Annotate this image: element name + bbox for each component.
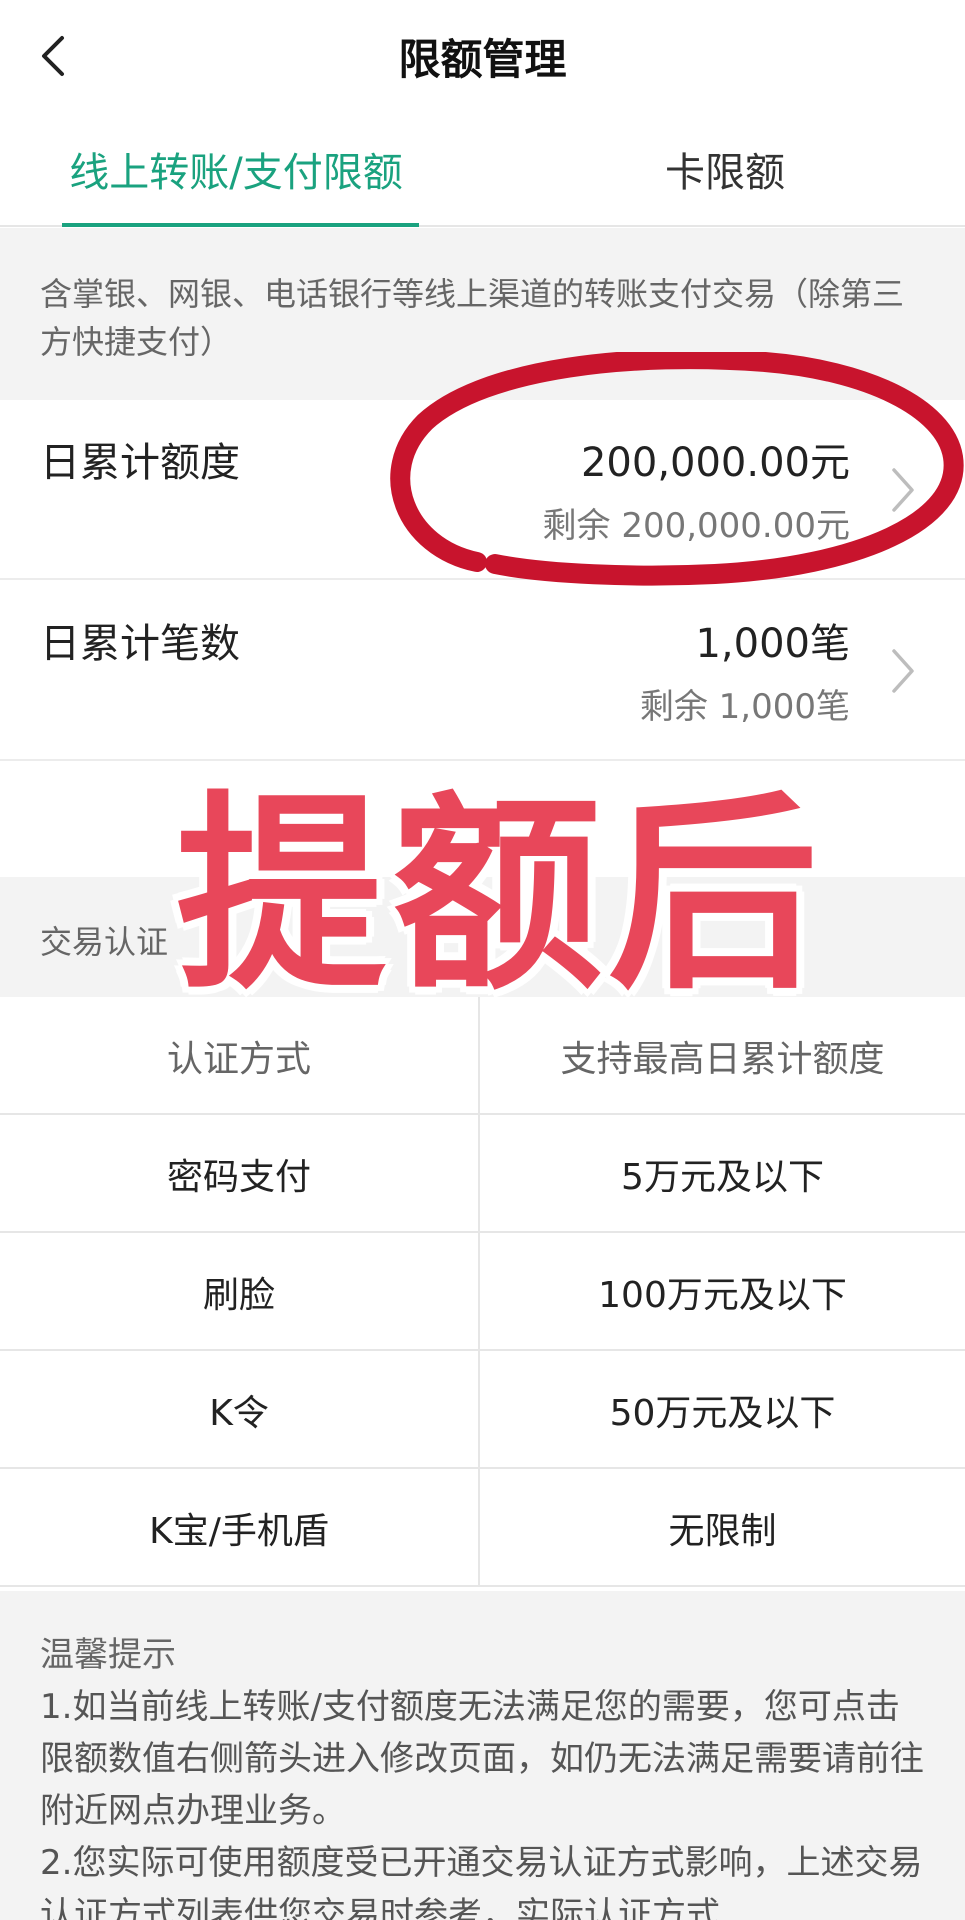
top-bar: 限额管理	[0, 0, 965, 110]
auth-limit-cell: 5万元及以下	[621, 1157, 824, 1198]
auth-section-title: 交易认证	[40, 923, 169, 961]
channel-description: 含掌银、网银、电话银行等线上渠道的转账支付交易（除第三方快捷支付）	[0, 228, 965, 400]
table-header-cell: 认证方式	[0, 997, 480, 1115]
auth-method-cell: K令	[0, 1351, 480, 1469]
chevron-right-icon[interactable]	[886, 643, 920, 699]
active-tab-indicator	[62, 223, 419, 227]
tips-section: 温馨提示 1.如当前线上转账/支付额度无法满足您的需要，您可点击限额数值右侧箭头…	[0, 1591, 965, 1920]
auth-limit-cell: 100万元及以下	[598, 1275, 847, 1316]
auth-limit-cell: 50万元及以下	[609, 1393, 836, 1434]
table-row: 密码支付 5万元及以下	[0, 1115, 965, 1233]
tab-online-transfer[interactable]: 线上转账/支付限额	[50, 110, 422, 227]
tips-title: 温馨提示	[40, 1635, 176, 1675]
table-header-cell: 支持最高日累计额度	[560, 1039, 885, 1080]
limit-tabs: 线上转账/支付限额 卡限额	[0, 110, 965, 227]
auth-method-cell: K宝/手机盾	[0, 1469, 480, 1587]
daily-count-label: 日累计笔数	[40, 621, 240, 667]
daily-amount-value: 200,000.00元	[580, 440, 850, 486]
daily-amount-row[interactable]: 日累计额度 200,000.00元 剩余 200,000.00元	[0, 400, 965, 580]
limit-management-page: 限额管理 线上转账/支付限额 卡限额 含掌银、网银、电话银行等线上渠道的转账支付…	[0, 0, 965, 1920]
auth-method-table: 认证方式 支持最高日累计额度 密码支付 5万元及以下 刷脸 100万元及以下 K…	[0, 997, 965, 1591]
auth-section-header: 交易认证	[0, 877, 965, 997]
chevron-right-icon[interactable]	[886, 462, 920, 518]
daily-amount-label: 日累计额度	[40, 440, 240, 486]
tips-line: 1.如当前线上转账/支付额度无法满足您的需要，您可点击限额数值右侧箭头进入修改页…	[40, 1687, 924, 1831]
tab-card-limit[interactable]: 卡限额	[520, 110, 930, 227]
tips-line: 2.您实际可使用额度受已开通交易认证方式影响，上述交易认证方式列表供您交易时参考…	[40, 1843, 923, 1920]
auth-method-cell: 密码支付	[0, 1115, 480, 1233]
table-row: K令 50万元及以下	[0, 1351, 965, 1469]
daily-count-row[interactable]: 日累计笔数 1,000笔 剩余 1,000笔	[0, 581, 965, 761]
table-row: 刷脸 100万元及以下	[0, 1233, 965, 1351]
daily-count-remaining: 剩余 1,000笔	[639, 687, 850, 727]
daily-count-value: 1,000笔	[695, 621, 850, 667]
table-row: K宝/手机盾 无限制	[0, 1469, 965, 1587]
table-header-row: 认证方式 支持最高日累计额度	[0, 997, 965, 1115]
obscured-row	[0, 762, 965, 877]
page-title: 限额管理	[398, 35, 567, 84]
auth-limit-cell: 无限制	[668, 1511, 777, 1552]
daily-amount-remaining: 剩余 200,000.00元	[542, 506, 850, 546]
auth-method-cell: 刷脸	[0, 1233, 480, 1351]
